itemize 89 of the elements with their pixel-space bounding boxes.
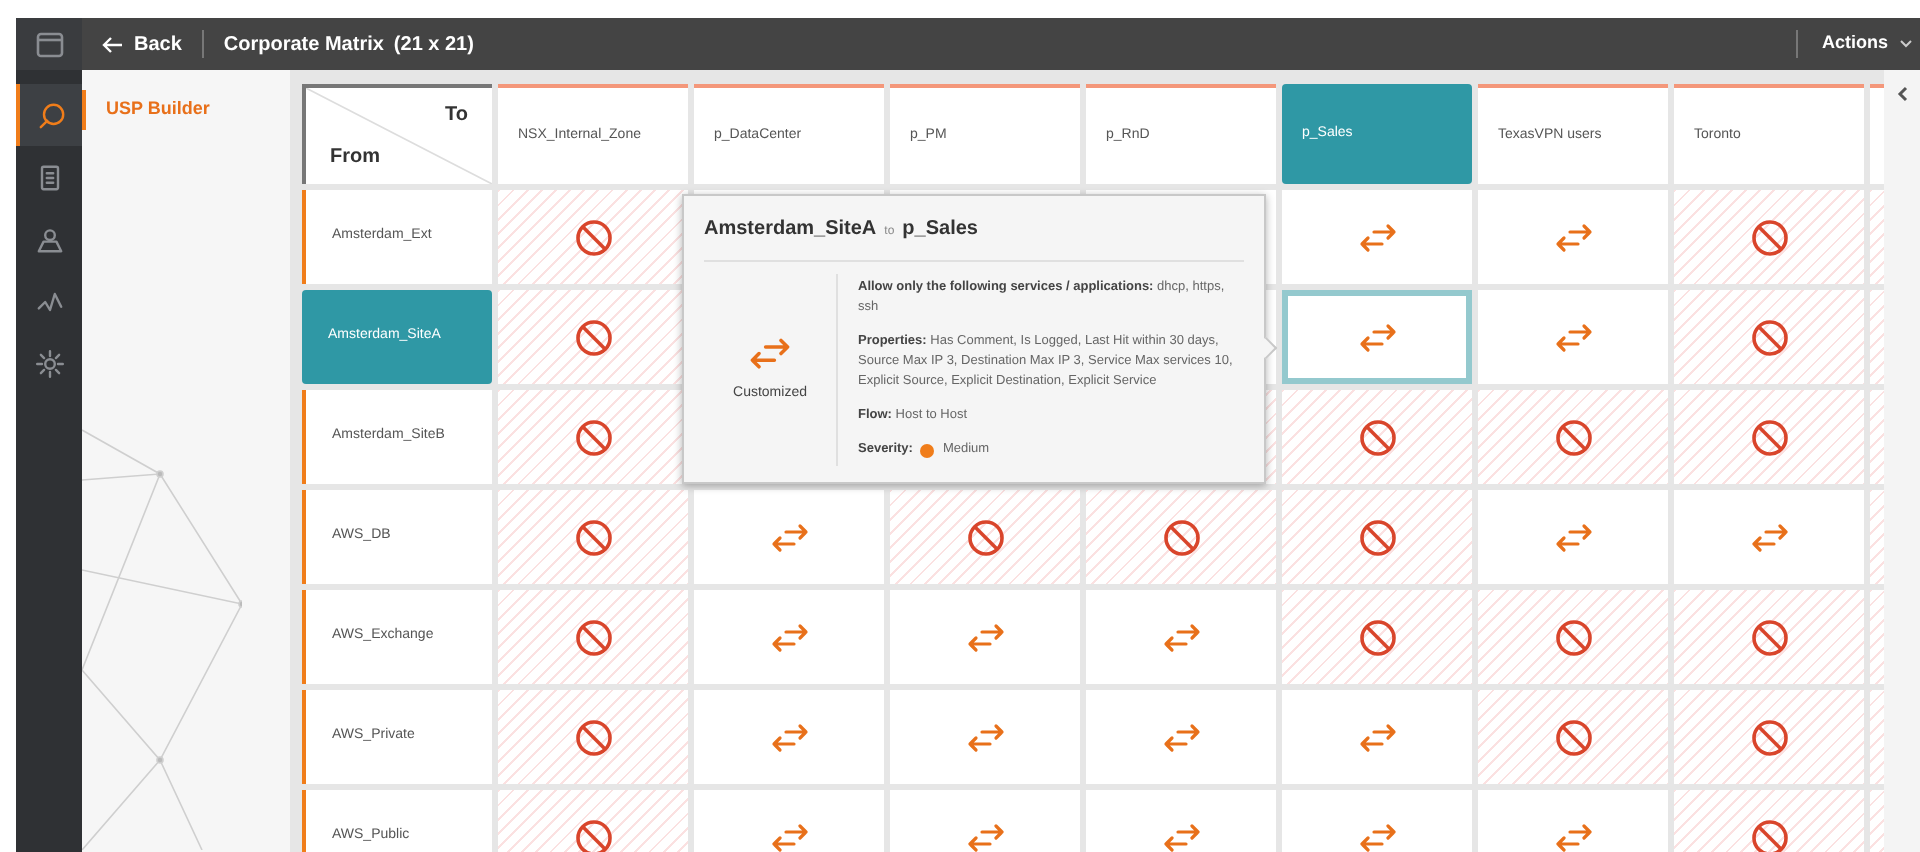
prohibited-icon bbox=[573, 217, 613, 257]
back-button[interactable]: Back bbox=[82, 29, 202, 59]
arrow-left-icon bbox=[102, 35, 124, 53]
matrix-size: (21 x 21) bbox=[393, 31, 474, 59]
two-way-arrows-icon bbox=[1161, 621, 1201, 653]
allowed-cell[interactable] bbox=[694, 690, 884, 784]
two-way-arrows-icon bbox=[1553, 821, 1593, 852]
chevron-left-icon[interactable] bbox=[1896, 86, 1908, 102]
prohibited-icon bbox=[573, 817, 613, 852]
allowed-cell[interactable] bbox=[1478, 190, 1668, 284]
blocked-cell[interactable] bbox=[1086, 490, 1276, 584]
allowed-cell[interactable] bbox=[890, 590, 1080, 684]
blocked-cell[interactable] bbox=[498, 190, 688, 284]
allowed-cell[interactable] bbox=[1478, 290, 1668, 384]
two-way-arrows-icon bbox=[1357, 221, 1397, 253]
two-way-arrows-icon bbox=[1357, 321, 1397, 353]
prohibited-icon bbox=[1357, 617, 1397, 657]
two-way-arrows-icon bbox=[965, 721, 1005, 753]
blocked-cell[interactable] bbox=[890, 490, 1080, 584]
prohibited-icon bbox=[1357, 517, 1397, 557]
blocked-cell[interactable] bbox=[1478, 590, 1668, 684]
prohibited-icon bbox=[573, 417, 613, 457]
allowed-cell[interactable] bbox=[1478, 490, 1668, 584]
prohibited-icon bbox=[1749, 717, 1789, 757]
prohibited-icon bbox=[573, 617, 613, 657]
blocked-cell[interactable] bbox=[498, 590, 688, 684]
prohibited-icon bbox=[573, 317, 613, 357]
blocked-cell[interactable] bbox=[498, 490, 688, 584]
blocked-cell[interactable] bbox=[1674, 590, 1864, 684]
prohibited-icon bbox=[573, 517, 613, 557]
two-way-arrows-icon bbox=[1553, 321, 1593, 353]
blocked-cell[interactable] bbox=[1282, 490, 1472, 584]
allowed-cell[interactable] bbox=[1282, 190, 1472, 284]
two-way-arrows-icon bbox=[1749, 521, 1789, 553]
allowed-cell[interactable] bbox=[1282, 290, 1472, 384]
prohibited-icon bbox=[1161, 517, 1201, 557]
prohibited-icon bbox=[1553, 617, 1593, 657]
allowed-cell[interactable] bbox=[1282, 690, 1472, 784]
two-way-arrows-icon bbox=[769, 721, 809, 753]
blocked-cell[interactable] bbox=[1282, 390, 1472, 484]
two-way-arrows-icon bbox=[748, 335, 792, 372]
two-way-arrows-icon bbox=[769, 821, 809, 852]
prohibited-icon bbox=[1553, 417, 1593, 457]
allowed-cell[interactable] bbox=[694, 590, 884, 684]
two-way-arrows-icon bbox=[1357, 721, 1397, 753]
blocked-cell[interactable] bbox=[1674, 690, 1864, 784]
actions-menu[interactable]: Actions bbox=[1797, 30, 1920, 58]
prohibited-icon bbox=[1749, 617, 1789, 657]
search-icon[interactable] bbox=[35, 99, 67, 131]
allowed-cell[interactable] bbox=[1086, 590, 1276, 684]
allowed-cell[interactable] bbox=[694, 490, 884, 584]
blocked-cell[interactable] bbox=[1282, 590, 1472, 684]
window-icon[interactable] bbox=[35, 31, 63, 57]
matrix-title: Corporate Matrix bbox=[223, 31, 384, 59]
two-way-arrows-icon bbox=[1357, 821, 1397, 852]
blocked-cell[interactable] bbox=[1478, 690, 1668, 784]
popup-source: Amsterdam_SiteA bbox=[704, 216, 877, 244]
allowed-cell[interactable] bbox=[1674, 490, 1864, 584]
two-way-arrows-icon bbox=[769, 521, 809, 553]
blocked-cell[interactable] bbox=[498, 290, 688, 384]
prohibited-icon bbox=[1749, 217, 1789, 257]
settings-icon[interactable] bbox=[33, 347, 65, 379]
allowed-cell[interactable] bbox=[1086, 690, 1276, 784]
two-way-arrows-icon bbox=[1553, 221, 1593, 253]
popup-destination: p_Sales bbox=[902, 216, 978, 244]
prohibited-icon bbox=[1357, 417, 1397, 457]
chevron-down-icon bbox=[1900, 40, 1912, 48]
blocked-cell[interactable] bbox=[1674, 390, 1864, 484]
prohibited-icon bbox=[1749, 317, 1789, 357]
to-label: To bbox=[445, 102, 468, 130]
prohibited-icon bbox=[573, 717, 613, 757]
prohibited-icon bbox=[1553, 717, 1593, 757]
blocked-cell[interactable] bbox=[498, 390, 688, 484]
two-way-arrows-icon bbox=[965, 621, 1005, 653]
two-way-arrows-icon bbox=[769, 621, 809, 653]
from-label: From bbox=[330, 144, 380, 172]
two-way-arrows-icon bbox=[965, 821, 1005, 852]
allowed-cell[interactable] bbox=[890, 690, 1080, 784]
blocked-cell[interactable] bbox=[1478, 390, 1668, 484]
blocked-cell[interactable] bbox=[498, 690, 688, 784]
two-way-arrows-icon bbox=[1161, 821, 1201, 852]
two-way-arrows-icon bbox=[1161, 721, 1201, 753]
blocked-cell[interactable] bbox=[1674, 190, 1864, 284]
sidebar-item[interactable] bbox=[16, 84, 82, 146]
prohibited-icon bbox=[1749, 817, 1789, 852]
blocked-cell[interactable] bbox=[1674, 290, 1864, 384]
two-way-arrows-icon bbox=[1553, 521, 1593, 553]
prohibited-icon bbox=[965, 517, 1005, 557]
prohibited-icon bbox=[1749, 417, 1789, 457]
